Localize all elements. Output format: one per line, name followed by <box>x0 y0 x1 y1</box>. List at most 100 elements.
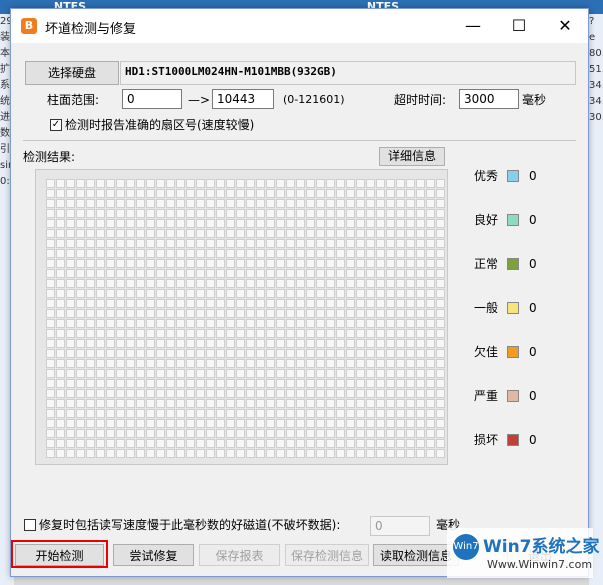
block-cell <box>236 219 245 228</box>
block-cell <box>236 239 245 248</box>
block-cell <box>296 219 305 228</box>
block-cell <box>176 319 185 328</box>
block-cell <box>306 359 315 368</box>
block-cell <box>206 239 215 248</box>
block-cell <box>396 429 405 438</box>
block-cell <box>116 329 125 338</box>
block-cell <box>46 249 55 258</box>
block-cell <box>376 359 385 368</box>
block-cell <box>286 349 295 358</box>
block-cell <box>186 259 195 268</box>
block-cell <box>376 379 385 388</box>
block-cell <box>426 319 435 328</box>
block-cell <box>226 359 235 368</box>
timeout-input[interactable]: 3000 <box>459 89 519 109</box>
block-cell <box>266 359 275 368</box>
select-disk-button[interactable]: 选择硬盘 <box>25 61 119 85</box>
block-cell <box>256 229 265 238</box>
block-cell <box>106 379 115 388</box>
block-cell <box>196 179 205 188</box>
block-cell <box>346 409 355 418</box>
legend-count-fair: 0 <box>529 301 537 315</box>
block-cell <box>136 259 145 268</box>
block-cell <box>406 379 415 388</box>
block-cell <box>436 349 445 358</box>
maximize-button[interactable]: ☐ <box>496 9 542 43</box>
block-cell <box>436 339 445 348</box>
block-cell <box>186 179 195 188</box>
block-cell <box>86 419 95 428</box>
block-cell <box>126 319 135 328</box>
save-report-button[interactable]: 保存报表 <box>199 544 280 566</box>
report-sector-checkbox[interactable]: ✓ <box>50 119 62 131</box>
block-cell <box>376 309 385 318</box>
block-cell <box>196 419 205 428</box>
block-cell <box>126 339 135 348</box>
block-cell <box>326 419 335 428</box>
block-cell <box>86 239 95 248</box>
block-cell <box>116 359 125 368</box>
block-cell <box>126 329 135 338</box>
block-cell <box>366 329 375 338</box>
block-cell <box>306 249 315 258</box>
block-cell <box>356 289 365 298</box>
block-cell <box>386 209 395 218</box>
block-cell <box>406 269 415 278</box>
block-cell <box>286 299 295 308</box>
block-cell <box>216 399 225 408</box>
save-scan-info-button[interactable]: 保存检测信息 <box>285 544 369 566</box>
block-cell <box>416 229 425 238</box>
block-cell <box>296 189 305 198</box>
block-cell <box>266 219 275 228</box>
block-cell <box>416 329 425 338</box>
block-cell <box>146 299 155 308</box>
block-cell <box>246 369 255 378</box>
block-cell <box>226 389 235 398</box>
block-cell <box>386 399 395 408</box>
block-cell <box>346 289 355 298</box>
block-cell <box>386 349 395 358</box>
block-cell <box>286 339 295 348</box>
block-cell <box>56 249 65 258</box>
detail-info-button[interactable]: 详细信息 <box>379 147 445 166</box>
block-cell <box>286 259 295 268</box>
block-cell <box>356 299 365 308</box>
block-cell <box>286 229 295 238</box>
block-cell <box>156 399 165 408</box>
repair-slow-tracks-checkbox[interactable] <box>24 519 36 531</box>
block-cell <box>66 239 75 248</box>
close-button[interactable]: ✕ <box>542 9 588 43</box>
block-cell <box>116 239 125 248</box>
block-cell <box>196 279 205 288</box>
block-cell <box>246 389 255 398</box>
block-cell <box>166 329 175 338</box>
block-cell <box>306 349 315 358</box>
try-repair-button[interactable]: 尝试修复 <box>113 544 194 566</box>
cylinder-to-input[interactable]: 10443 <box>212 89 274 109</box>
block-cell <box>136 439 145 448</box>
block-cell <box>256 329 265 338</box>
block-cell <box>416 269 425 278</box>
block-cell <box>256 219 265 228</box>
block-cell <box>286 189 295 198</box>
block-cell <box>176 189 185 198</box>
block-cell <box>166 299 175 308</box>
block-cell <box>126 179 135 188</box>
block-cell <box>386 379 395 388</box>
block-cell <box>206 369 215 378</box>
cylinder-from-input[interactable]: 0 <box>122 89 182 109</box>
block-cell <box>306 179 315 188</box>
block-cell <box>216 209 225 218</box>
block-cell <box>246 319 255 328</box>
repair-threshold-input[interactable]: 0 <box>370 516 430 536</box>
block-cell <box>106 309 115 318</box>
block-cell <box>306 429 315 438</box>
block-cell <box>176 259 185 268</box>
block-cell <box>326 399 335 408</box>
block-cell <box>286 179 295 188</box>
minimize-button[interactable]: — <box>450 9 496 43</box>
block-cell <box>316 339 325 348</box>
block-cell <box>136 179 145 188</box>
block-cell <box>66 409 75 418</box>
block-cell <box>156 319 165 328</box>
